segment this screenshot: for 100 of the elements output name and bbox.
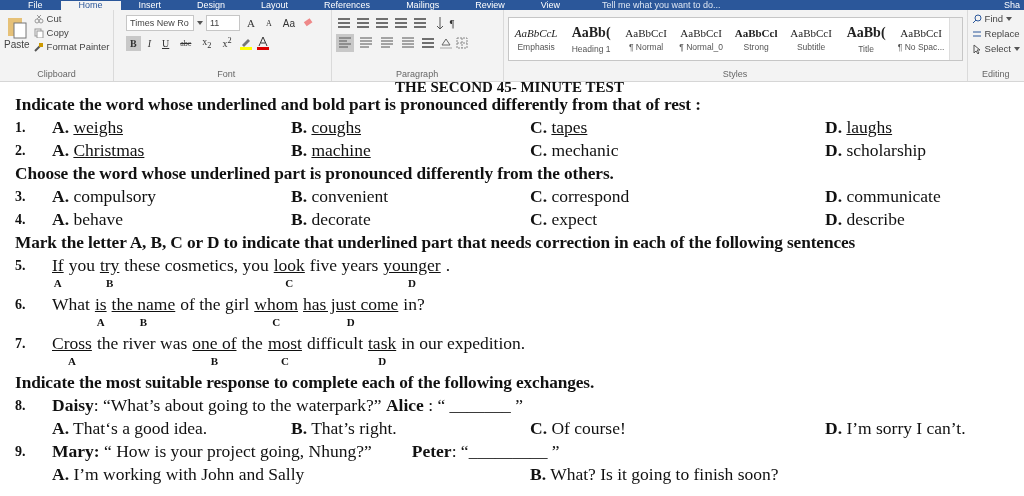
answer-letter: B [210, 355, 219, 367]
style-item[interactable]: AaBbCcL Emphasis [508, 18, 564, 60]
font-color-icon[interactable] [255, 36, 270, 50]
format-button[interactable]: x$_{2}$ [198, 34, 216, 52]
underlined-part: task [368, 332, 397, 355]
highlighter-icon[interactable] [238, 36, 253, 50]
option-text: communicate [846, 186, 941, 206]
align-button[interactable] [335, 34, 354, 52]
find-button[interactable]: Find [971, 13, 1020, 24]
style-item[interactable]: AaBbCcI ¶ No Spac... [893, 18, 949, 60]
option-letter: B. [291, 140, 308, 160]
format-button[interactable]: x$^{2}$ [218, 34, 236, 52]
replace-button[interactable]: Replace [971, 28, 1020, 39]
shading-icon[interactable] [438, 36, 453, 50]
answer-letter: B [139, 316, 148, 328]
style-item[interactable]: AaBbCcI ¶ Normal_0 [673, 18, 729, 60]
format-button[interactable]: B [126, 35, 141, 51]
answer-letter: A [96, 316, 105, 328]
sentence-text: . [445, 254, 451, 277]
grow-font-button[interactable]: A [243, 15, 259, 31]
ribbon-tab[interactable]: Mailings [388, 1, 458, 10]
option-text: Of course! [551, 418, 626, 438]
cursor-icon [971, 43, 982, 54]
caret-icon[interactable] [197, 21, 203, 25]
underlined-part: Cross [52, 332, 92, 355]
option-text: machine [311, 140, 371, 160]
sentence-text: of the girl [180, 293, 250, 316]
question-number: 3. [15, 188, 27, 206]
group-label: Font [216, 69, 237, 81]
style-item[interactable]: AaBb( Heading 1 [563, 18, 619, 60]
underlined-part: If [52, 254, 64, 277]
sentence-text: in? [403, 293, 425, 316]
option-text: behave [73, 209, 123, 229]
sentence-text: these cosmetics, you [124, 254, 269, 277]
option-letter: C. [530, 140, 547, 160]
ribbon-tab[interactable]: Home [60, 1, 121, 10]
option-text: Christmas [73, 140, 145, 160]
option-letter: B. [291, 186, 308, 206]
answer-letter: B [105, 277, 114, 289]
option-letter: C. [530, 209, 547, 229]
style-item[interactable]: AaBbCcI ¶ Normal [618, 18, 674, 60]
format-button[interactable]: I [143, 35, 155, 51]
underlined-part: one of [192, 332, 237, 355]
copy-icon [33, 27, 44, 38]
option-text: describe [846, 209, 905, 229]
ribbon-tab[interactable]: File [10, 1, 61, 10]
underlined-part: is [94, 293, 107, 316]
paintbrush-icon [33, 41, 44, 52]
sentence-text: five years [309, 254, 379, 277]
select-button[interactable]: Select [971, 43, 1020, 54]
font-size-field[interactable]: 11 [206, 15, 240, 31]
font-family-field[interactable]: Times New Ro [126, 15, 194, 31]
answer-letter: A [67, 355, 76, 367]
answer-letter: D [408, 277, 416, 289]
replace-icon [971, 28, 982, 39]
sentence-text: difficult [306, 332, 363, 355]
format-button[interactable]: abc [176, 36, 196, 50]
share-button[interactable]: Sha [1004, 1, 1024, 10]
instruction-heading: Choose the word whose underlined part is pronounced differently from the others. [15, 163, 615, 185]
style-item[interactable]: AaBbCcI Subtitle [783, 18, 839, 60]
option-letter: A. [52, 418, 69, 438]
underlined-part: most [267, 332, 302, 355]
style-item[interactable]: AaBbCcl Strong [728, 18, 784, 60]
sentence-text: What [52, 293, 90, 316]
option-letter: D. [825, 418, 842, 438]
ribbon-tab[interactable]: Insert [120, 1, 180, 10]
copy-button[interactable]: Copy [33, 27, 110, 38]
group-label: Paragraph [395, 69, 440, 81]
option-letter: D. [825, 140, 842, 160]
option-text: decorate [311, 209, 371, 229]
ribbon-tab[interactable]: View [522, 1, 578, 10]
option-letter: A. [52, 209, 69, 229]
caret-icon[interactable] [1006, 16, 1013, 21]
option-text: That’s right. [311, 418, 397, 438]
shrink-font-button[interactable]: A [261, 16, 276, 30]
format-painter-button[interactable]: Format Painter [33, 41, 110, 52]
gallery-scrollbar[interactable] [948, 18, 962, 60]
instruction-heading: Indicate the most suitable response to complete each of the following exchanges. [15, 372, 596, 394]
change-case-button[interactable]: Aa [278, 15, 299, 31]
option-letter: D. [825, 117, 842, 137]
option-letter: C. [530, 418, 547, 438]
ribbon-tab[interactable]: Design [179, 1, 244, 10]
show-formatting-button[interactable]: ¶ [445, 15, 459, 31]
paste-button[interactable]: Paste [4, 13, 30, 69]
question-number: 5. [15, 257, 27, 275]
answer-letter: A [53, 277, 62, 289]
ribbon-tab[interactable]: Review [457, 1, 523, 10]
ribbon-tab[interactable]: Layout [243, 1, 307, 10]
tell-me-field[interactable]: Tell me what you want to do... [602, 1, 721, 10]
option-letter: C. [530, 117, 547, 137]
caret-icon[interactable] [1014, 46, 1020, 51]
ribbon-tab[interactable]: References [306, 1, 389, 10]
cut-button[interactable]: Cut [33, 13, 110, 24]
style-item[interactable]: AaBb( Title [838, 18, 894, 60]
underlined-part: whom [254, 293, 298, 316]
format-button[interactable]: U [158, 35, 174, 51]
answer-letter: C [280, 355, 289, 367]
dialogue-text: Mary: “ How is your project going, Nhung?” [52, 440, 372, 463]
option-letter: A. [52, 117, 69, 137]
instruction-heading: Indicate the word whose underlined and bold part is pronounced differently from that of rest : [15, 94, 702, 116]
